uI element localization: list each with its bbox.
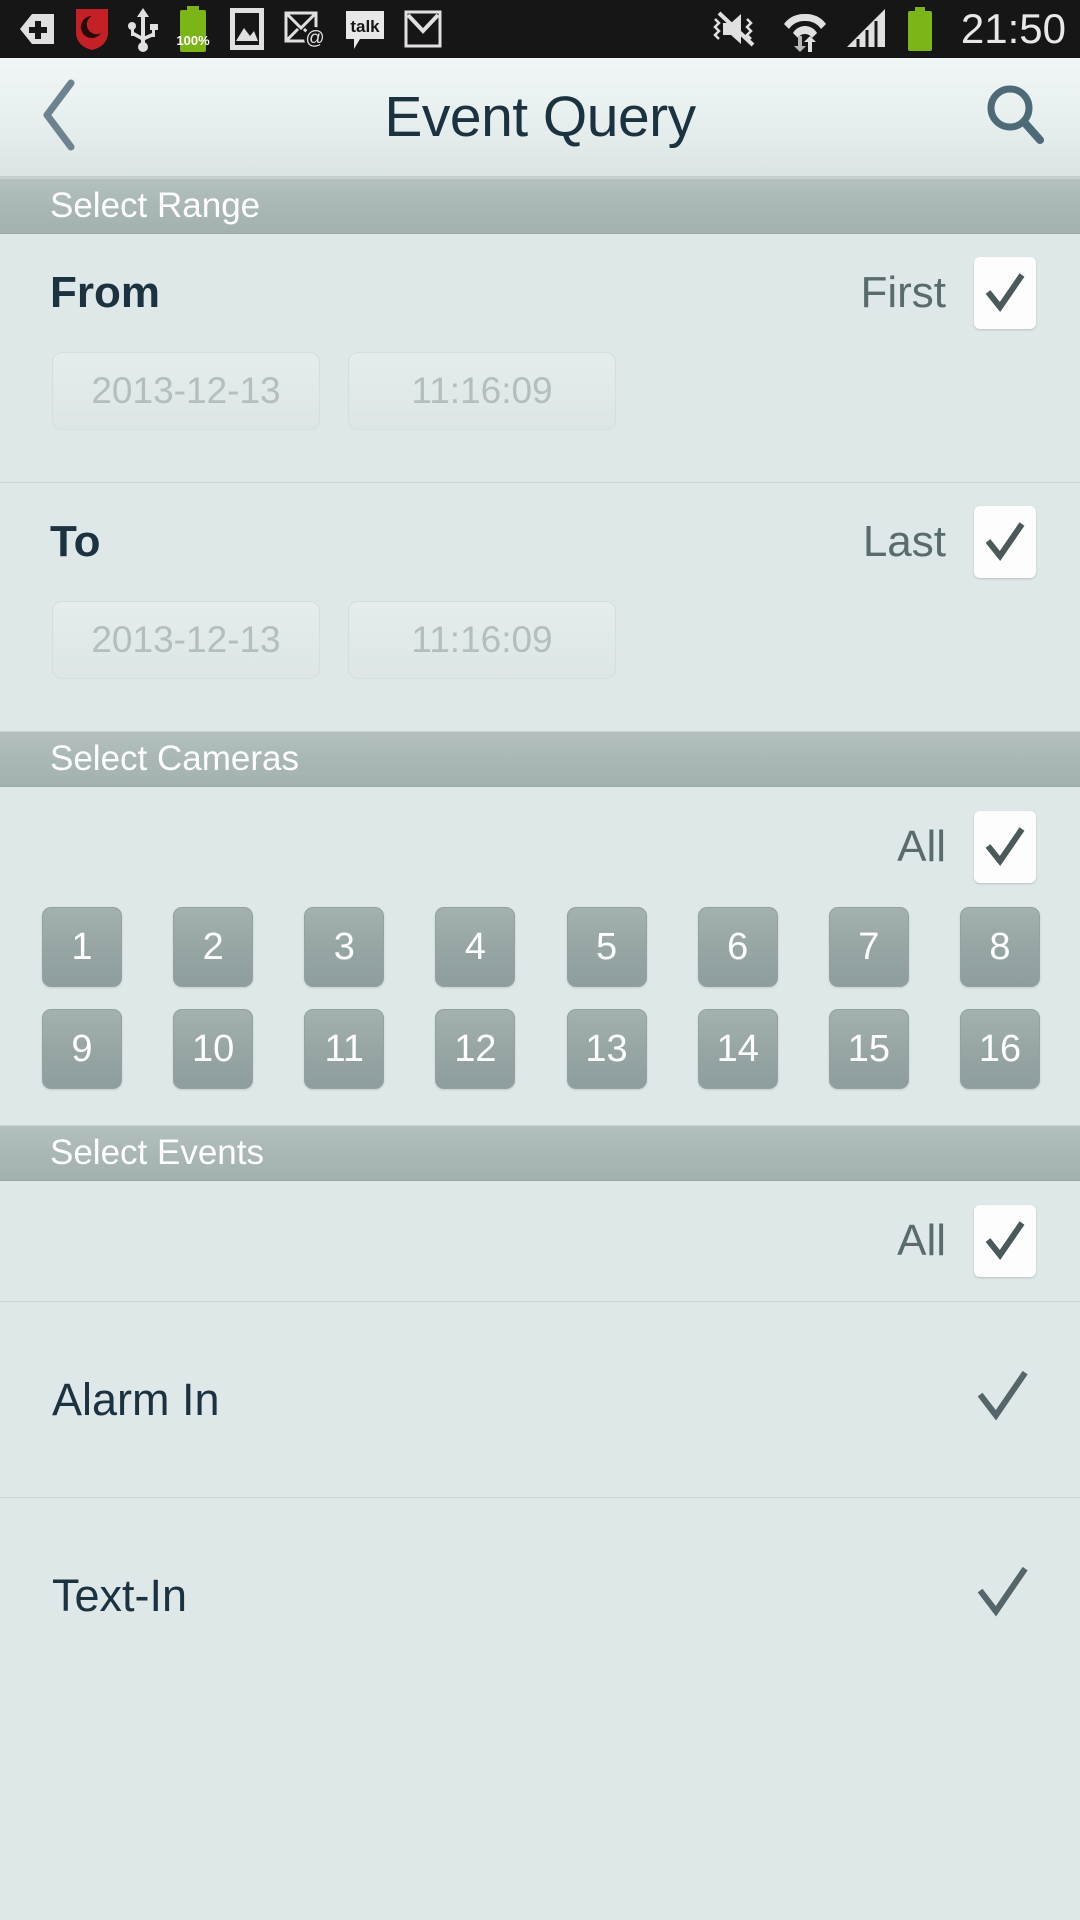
email-at-icon: @ — [284, 7, 326, 51]
check-icon — [985, 522, 1025, 562]
svg-text:100%: 100% — [176, 33, 210, 48]
range-to-label: To — [50, 517, 101, 566]
app-header: Event Query — [0, 58, 1080, 178]
cameras-all-checkbox-group[interactable]: All — [897, 811, 1036, 883]
page-title: Event Query — [384, 85, 696, 149]
add-plus-icon — [18, 8, 56, 50]
check-icon — [977, 1566, 1028, 1617]
mute-vibrate-off-icon — [713, 7, 765, 51]
gmail-icon — [404, 8, 442, 50]
last-checkbox-label: Last — [862, 517, 946, 566]
cellular-signal-icon — [845, 7, 889, 51]
camera-button[interactable]: 3 — [304, 907, 385, 987]
camera-button-grid: 1 2 3 4 5 6 7 8 9 10 11 12 13 14 15 16 — [0, 907, 1080, 1125]
check-icon — [985, 273, 1025, 313]
camera-button[interactable]: 12 — [435, 1009, 516, 1089]
from-date-field[interactable]: 2013-12-13 — [52, 352, 320, 430]
cameras-all-label: All — [897, 822, 946, 871]
range-row-from: From First 2013-12-13 11:16:09 — [0, 234, 1080, 482]
first-checkbox-label: First — [860, 268, 946, 317]
section-header-select-events: Select Events — [0, 1125, 1080, 1181]
gallery-image-icon — [228, 6, 266, 52]
camera-button[interactable]: 13 — [566, 1009, 647, 1089]
camera-row-1: 1 2 3 4 5 6 7 8 — [42, 907, 1040, 987]
status-bar-left-icons: 100% @ talk — [18, 5, 713, 53]
first-checkbox-group[interactable]: First — [860, 257, 1036, 329]
range-to-header: To Last — [0, 483, 1080, 601]
check-icon — [977, 1370, 1028, 1421]
event-checkmark-text-in[interactable] — [974, 1565, 1030, 1626]
chevron-left-icon — [39, 79, 81, 156]
events-all-row: All — [0, 1181, 1080, 1301]
range-from-label: From — [50, 268, 160, 317]
cameras-all-row: All — [0, 787, 1080, 907]
camera-button[interactable]: 8 — [959, 907, 1040, 987]
camera-button[interactable]: 10 — [173, 1009, 254, 1089]
battery-charging-icon: 100% — [176, 5, 210, 53]
talk-icon: talk — [344, 7, 386, 51]
camera-button[interactable]: 11 — [304, 1009, 385, 1089]
search-button[interactable] — [950, 57, 1080, 177]
camera-button[interactable]: 6 — [697, 907, 778, 987]
wifi-data-transfer-icon — [781, 6, 829, 52]
status-bar: 100% @ talk 21:50 — [0, 0, 1080, 58]
events-all-checkbox-group[interactable]: All — [897, 1205, 1036, 1277]
shield-red-icon — [74, 6, 110, 52]
range-from-fields: 2013-12-13 11:16:09 — [0, 352, 1080, 482]
svg-text:@: @ — [305, 28, 324, 49]
camera-button[interactable]: 2 — [173, 907, 254, 987]
camera-row-2: 9 10 11 12 13 14 15 16 — [42, 1009, 1040, 1089]
cameras-all-checkbox[interactable] — [974, 811, 1036, 883]
range-from-header: From First — [0, 234, 1080, 352]
svg-text:talk: talk — [350, 17, 380, 36]
event-row-alarm-in[interactable]: Alarm In — [0, 1301, 1080, 1497]
section-title-cameras: Select Cameras — [50, 739, 299, 778]
camera-button[interactable]: 14 — [697, 1009, 778, 1089]
battery-icon — [905, 6, 935, 52]
section-header-select-cameras: Select Cameras — [0, 731, 1080, 787]
section-header-select-range: Select Range — [0, 178, 1080, 234]
camera-button[interactable]: 4 — [435, 907, 516, 987]
section-title-events: Select Events — [50, 1133, 264, 1172]
camera-button[interactable]: 7 — [828, 907, 909, 987]
camera-button[interactable]: 16 — [959, 1009, 1040, 1089]
search-icon — [980, 80, 1050, 155]
first-checkbox[interactable] — [974, 257, 1036, 329]
event-row-text-in[interactable]: Text-In — [0, 1497, 1080, 1693]
camera-button[interactable]: 15 — [828, 1009, 909, 1089]
status-bar-right-icons: 21:50 — [713, 6, 1066, 52]
event-checkmark-alarm-in[interactable] — [974, 1369, 1030, 1430]
range-row-to: To Last 2013-12-13 11:16:09 — [0, 482, 1080, 731]
check-icon — [985, 1221, 1025, 1261]
camera-button[interactable]: 1 — [42, 907, 122, 987]
camera-button[interactable]: 5 — [566, 907, 647, 987]
back-button[interactable] — [0, 57, 120, 177]
bottom-spacer — [0, 1693, 1080, 1813]
last-checkbox-group[interactable]: Last — [863, 506, 1036, 578]
check-icon — [985, 827, 1025, 867]
events-all-label: All — [897, 1216, 946, 1265]
events-all-checkbox[interactable] — [974, 1205, 1036, 1277]
status-bar-clock: 21:50 — [960, 5, 1066, 52]
event-label-text-in: Text-In — [52, 1569, 188, 1621]
section-title-range: Select Range — [50, 186, 261, 225]
event-label-alarm-in: Alarm In — [52, 1373, 220, 1425]
from-time-field[interactable]: 11:16:09 — [348, 352, 616, 430]
to-time-field[interactable]: 11:16:09 — [348, 601, 616, 679]
range-to-fields: 2013-12-13 11:16:09 — [0, 601, 1080, 731]
to-date-field[interactable]: 2013-12-13 — [52, 601, 320, 679]
camera-button[interactable]: 9 — [42, 1009, 122, 1089]
last-checkbox[interactable] — [974, 506, 1036, 578]
usb-icon — [128, 6, 158, 52]
